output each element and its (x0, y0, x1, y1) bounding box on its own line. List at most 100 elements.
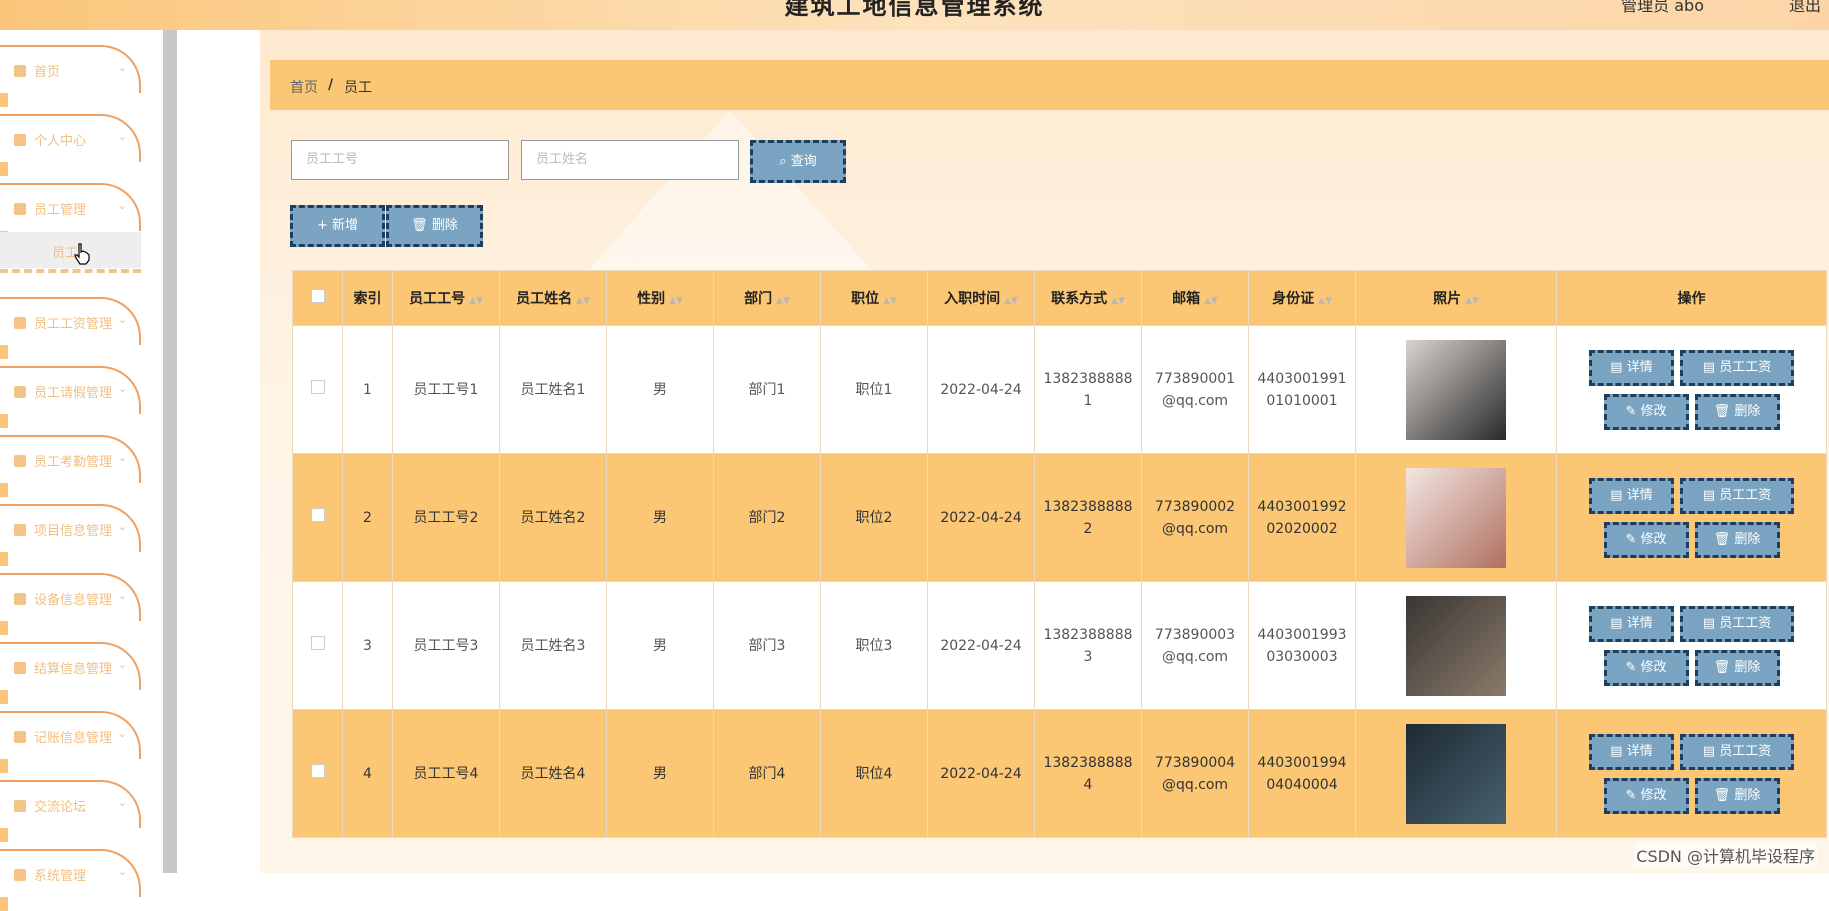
table-row[interactable]: 2 员工工号2 员工姓名2 男部门2 职位2 2022-04-24 1382388888 2 7… (292, 453, 1827, 582)
salary-button[interactable]: ▤ 员工工资 (1680, 477, 1794, 514)
sidebar-item[interactable]: 系统管理 ⌄ (0, 849, 141, 911)
sort-icon[interactable]: ▲▼ (576, 296, 590, 306)
col-header[interactable]: 入职时间 ▲▼ (927, 270, 1035, 326)
col-header[interactable]: 邮箱 ▲▼ (1141, 270, 1249, 326)
row-checkbox[interactable] (310, 635, 325, 650)
col-header[interactable]: 职位 ▲▼ (820, 270, 928, 326)
phone-cell: 1382388888 3 (1034, 581, 1142, 710)
delete-label: 删除 (1734, 787, 1761, 803)
table-row[interactable]: 4 员工工号4 员工姓名4 男部门4 职位4 2022-04-24 1382388888 4 7… (292, 709, 1827, 838)
row-checkbox[interactable] (310, 763, 325, 778)
staff-no-cell: 员工工号1 (392, 325, 500, 454)
table-row[interactable]: 1 员工工号1 员工姓名1 男部门1 职位1 2022-04-24 1382388888 1 7… (292, 325, 1827, 454)
email-line: @qq.com (1161, 648, 1229, 665)
col-header[interactable]: 员工工号 ▲▼ (392, 270, 500, 326)
sort-icon[interactable]: ▲▼ (669, 296, 683, 306)
sort-icon[interactable]: ▲▼ (1318, 296, 1332, 306)
edit-button[interactable]: ✎ 修改 (1603, 393, 1689, 430)
edit-label: 修改 (1640, 787, 1667, 803)
sidebar-item[interactable]: 项目信息管理 ⌄ (0, 504, 141, 566)
sidebar-item[interactable]: 首页 ⌄ (0, 45, 141, 107)
query-button[interactable]: ⌕ 查询 (750, 140, 846, 183)
sort-icon[interactable]: ▲▼ (1204, 296, 1218, 306)
breadcrumb-home[interactable]: 首页 (290, 77, 318, 97)
delete-button[interactable]: 🗑 删除 (1694, 393, 1780, 430)
delete-button[interactable]: 🗑 删除 (1694, 649, 1780, 686)
row-select-cell (292, 453, 343, 582)
row-checkbox[interactable] (310, 379, 325, 394)
table-row[interactable]: 3 员工工号3 员工姓名3 男部门3 职位3 2022-04-24 1382388888 3 7… (292, 581, 1827, 710)
detail-button[interactable]: ▤ 详情 (1589, 605, 1674, 642)
edit-button[interactable]: ✎ 修改 (1603, 649, 1689, 686)
staff-no-input[interactable]: 员工工号 (291, 140, 509, 180)
sort-icon[interactable]: ▲▼ (776, 296, 790, 306)
logout-link[interactable]: 退出 (1789, 0, 1821, 16)
staff-name-cell: 员工姓名3 (499, 581, 607, 710)
chevron-down-icon: ⌄ (117, 727, 127, 740)
submenu-divider (0, 269, 141, 273)
edit-label: 修改 (1640, 659, 1667, 675)
edit-button[interactable]: ✎ 修改 (1603, 521, 1689, 558)
sidebar-subitem-staff[interactable]: 员工 (0, 232, 141, 268)
sidebar-item-marker (0, 759, 8, 773)
breadcrumb: 首页 / 员工 (270, 60, 1829, 110)
col-header[interactable]: 部门 ▲▼ (713, 270, 821, 326)
sidebar-item-label: 个人中心 (14, 130, 86, 149)
col-header[interactable]: 照片 ▲▼ (1355, 270, 1557, 326)
grid-icon (14, 731, 26, 743)
col-header-label: 联系方式 (1051, 291, 1108, 307)
hire-date-cell: 2022-04-24 (927, 709, 1035, 838)
row-checkbox[interactable] (310, 507, 325, 522)
sidebar-item[interactable]: 记账信息管理 ⌄ (0, 711, 141, 773)
sidebar-item-text: 个人中心 (34, 134, 87, 149)
staff-photo[interactable] (1406, 339, 1506, 440)
sidebar-item-label: 记账信息管理 (14, 727, 112, 746)
detail-button[interactable]: ▤ 详情 (1589, 477, 1674, 514)
sidebar-item[interactable]: 员工管理 ⌄ (0, 183, 141, 245)
edit-button[interactable]: ✎ 修改 (1603, 777, 1689, 814)
salary-button[interactable]: ▤ 员工工资 (1680, 605, 1794, 642)
col-header[interactable]: 员工姓名 ▲▼ (499, 270, 607, 326)
batch-delete-button[interactable]: 🗑 删除 (386, 205, 483, 247)
delete-button[interactable]: 🗑 删除 (1694, 521, 1780, 558)
dept-cell: 部门2 (713, 453, 821, 582)
staff-photo[interactable] (1406, 467, 1506, 568)
staff-name-input[interactable]: 员工姓名 (521, 140, 739, 180)
sidebar-item[interactable]: 个人中心 ⌄ (0, 114, 141, 176)
select-all-checkbox[interactable] (310, 289, 325, 303)
col-header[interactable]: 性别 ▲▼ (606, 270, 714, 326)
col-header-label: 入职时间 (944, 291, 1001, 307)
sort-icon[interactable]: ▲▼ (1111, 296, 1125, 306)
sidebar-item[interactable]: 员工请假管理 ⌄ (0, 366, 141, 428)
col-header[interactable]: 联系方式 ▲▼ (1034, 270, 1142, 326)
search-icon: ⌕ (779, 154, 787, 169)
sidebar-scrollbar[interactable] (163, 30, 177, 873)
dept-cell: 部门1 (713, 325, 821, 454)
add-button[interactable]: + 新增 (290, 205, 385, 247)
col-header[interactable]: 身份证 ▲▼ (1248, 270, 1356, 326)
phone-cell: 1382388888 4 (1034, 709, 1142, 838)
col-header-label: 职位 (851, 291, 880, 307)
staff-photo[interactable] (1406, 595, 1506, 696)
phone-line: 2 (1083, 520, 1093, 537)
id-card-cell: 4403001992 02020002 (1248, 453, 1356, 582)
sidebar-item[interactable]: 员工工资管理 ⌄ (0, 297, 141, 359)
sidebar-item[interactable]: 员工考勤管理 ⌄ (0, 435, 141, 497)
sidebar-item[interactable]: 交流论坛 ⌄ (0, 780, 141, 842)
detail-button[interactable]: ▤ 详情 (1589, 349, 1674, 386)
doc-icon: ▤ (1610, 743, 1623, 759)
sidebar-item[interactable]: 设备信息管理 ⌄ (0, 573, 141, 635)
staff-photo[interactable] (1406, 723, 1506, 824)
salary-button[interactable]: ▤ 员工工资 (1680, 733, 1794, 770)
briefcase-icon (14, 662, 26, 674)
sort-icon[interactable]: ▲▼ (469, 296, 483, 306)
delete-button[interactable]: 🗑 删除 (1694, 777, 1780, 814)
detail-button[interactable]: ▤ 详情 (1589, 733, 1674, 770)
salary-button[interactable]: ▤ 员工工资 (1680, 349, 1794, 386)
sort-icon[interactable]: ▲▼ (1004, 296, 1018, 306)
sort-icon[interactable]: ▲▼ (883, 296, 897, 306)
sort-icon[interactable]: ▲▼ (1465, 296, 1479, 306)
sidebar-item[interactable]: 结算信息管理 ⌄ (0, 642, 141, 704)
trash-icon: 🗑 (1713, 403, 1731, 419)
breadcrumb-current: 员工 (344, 80, 372, 96)
